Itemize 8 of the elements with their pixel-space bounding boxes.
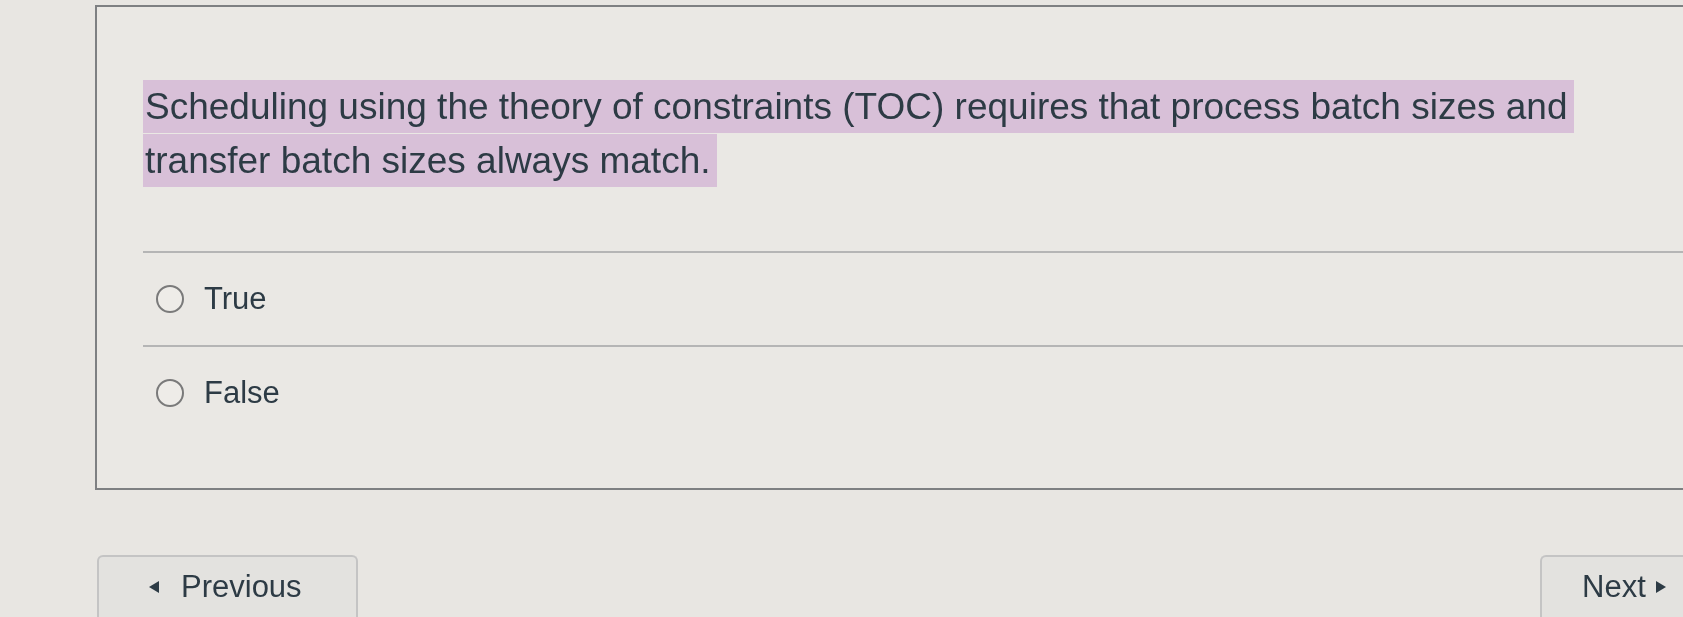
caret-right-icon (1655, 581, 1666, 593)
radio-button[interactable] (156, 379, 184, 407)
option-label[interactable]: False (204, 375, 280, 411)
previous-button[interactable]: Previous (97, 555, 358, 617)
option-label[interactable]: True (204, 281, 267, 317)
caret-left-icon (149, 581, 159, 593)
next-button[interactable]: Next (1540, 555, 1683, 617)
radio-button[interactable] (156, 285, 184, 313)
